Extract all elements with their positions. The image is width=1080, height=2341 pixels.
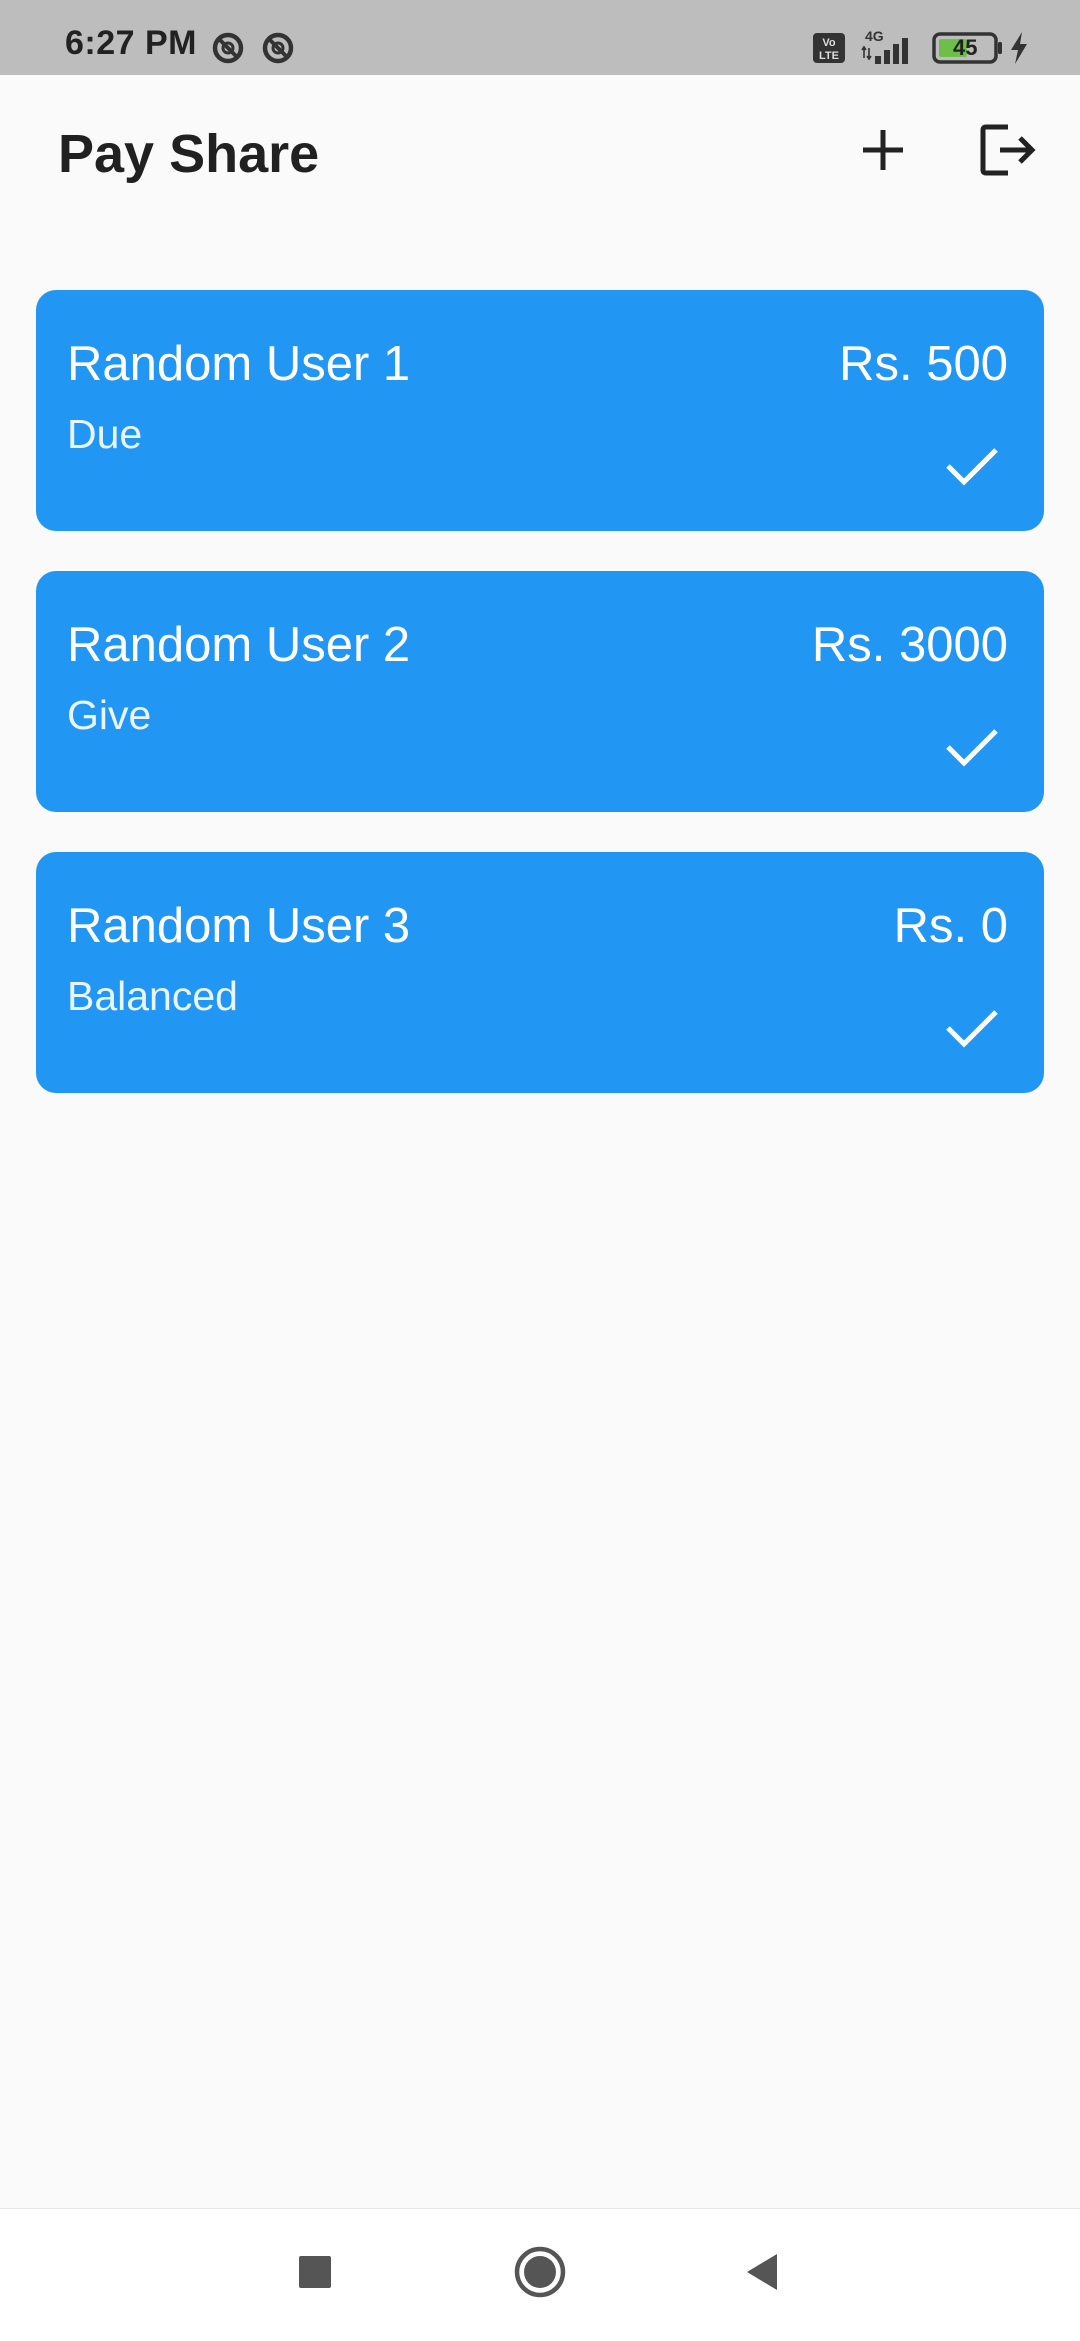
home-icon bbox=[513, 2245, 567, 2304]
add-icon bbox=[860, 127, 906, 178]
check-icon bbox=[938, 729, 1004, 783]
status-time: 6:27 PM bbox=[65, 24, 197, 62]
user-status: Give bbox=[67, 692, 152, 738]
user-card[interactable]: Random User 3 Balanced Rs. 0 bbox=[36, 852, 1044, 1093]
home-button[interactable] bbox=[495, 2229, 585, 2319]
user-name: Random User 2 bbox=[67, 618, 411, 672]
back-icon bbox=[743, 2252, 781, 2297]
user-name: Random User 3 bbox=[67, 899, 411, 953]
back-button[interactable] bbox=[717, 2229, 807, 2319]
user-card[interactable]: Random User 2 Give Rs. 3000 bbox=[36, 571, 1044, 812]
user-amount: Rs. 3000 bbox=[811, 618, 1008, 672]
navigation-bar bbox=[0, 2208, 1080, 2341]
svg-text:LTE: LTE bbox=[819, 50, 839, 62]
svg-text:Vo: Vo bbox=[822, 37, 836, 49]
logout-button[interactable] bbox=[968, 112, 1048, 192]
battery-level: 45 bbox=[953, 35, 978, 60]
volte-icon: Vo LTE bbox=[812, 32, 846, 69]
app-bar: Pay Share bbox=[0, 75, 1080, 233]
do-not-disturb-icon bbox=[211, 31, 245, 70]
check-button[interactable] bbox=[938, 432, 1004, 498]
user-name: Random User 1 bbox=[67, 337, 411, 391]
user-amount: Rs. 500 bbox=[839, 337, 1008, 391]
do-not-disturb-icon bbox=[261, 31, 295, 70]
user-status: Balanced bbox=[67, 973, 238, 1019]
check-icon bbox=[938, 448, 1004, 502]
add-button[interactable] bbox=[843, 112, 923, 192]
user-status: Due bbox=[67, 411, 143, 457]
page-title: Pay Share bbox=[58, 124, 320, 184]
recents-icon bbox=[298, 2255, 332, 2294]
user-card[interactable]: Random User 1 Due Rs. 500 bbox=[36, 290, 1044, 531]
charging-icon bbox=[1008, 30, 1030, 71]
signal-icon bbox=[861, 30, 917, 71]
check-icon bbox=[938, 1010, 1004, 1064]
check-button[interactable] bbox=[938, 713, 1004, 779]
user-amount: Rs. 0 bbox=[893, 899, 1008, 953]
status-bar: 6:27 PM Vo LTE 4G 45 bbox=[0, 0, 1080, 75]
recents-button[interactable] bbox=[270, 2229, 360, 2319]
check-button[interactable] bbox=[938, 994, 1004, 1060]
logout-icon bbox=[980, 123, 1036, 182]
